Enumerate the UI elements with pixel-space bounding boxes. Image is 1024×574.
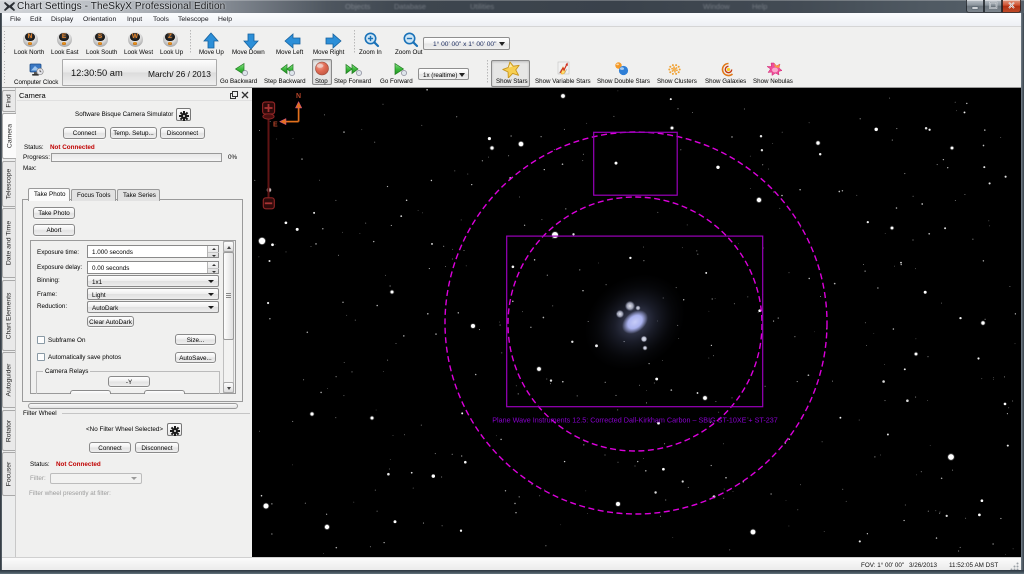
svg-text:Plane Wave Instruments 12.5: C: Plane Wave Instruments 12.5: Corrected D… [492, 416, 778, 425]
svg-text:E: E [273, 122, 278, 129]
svg-text:N: N [296, 93, 301, 100]
